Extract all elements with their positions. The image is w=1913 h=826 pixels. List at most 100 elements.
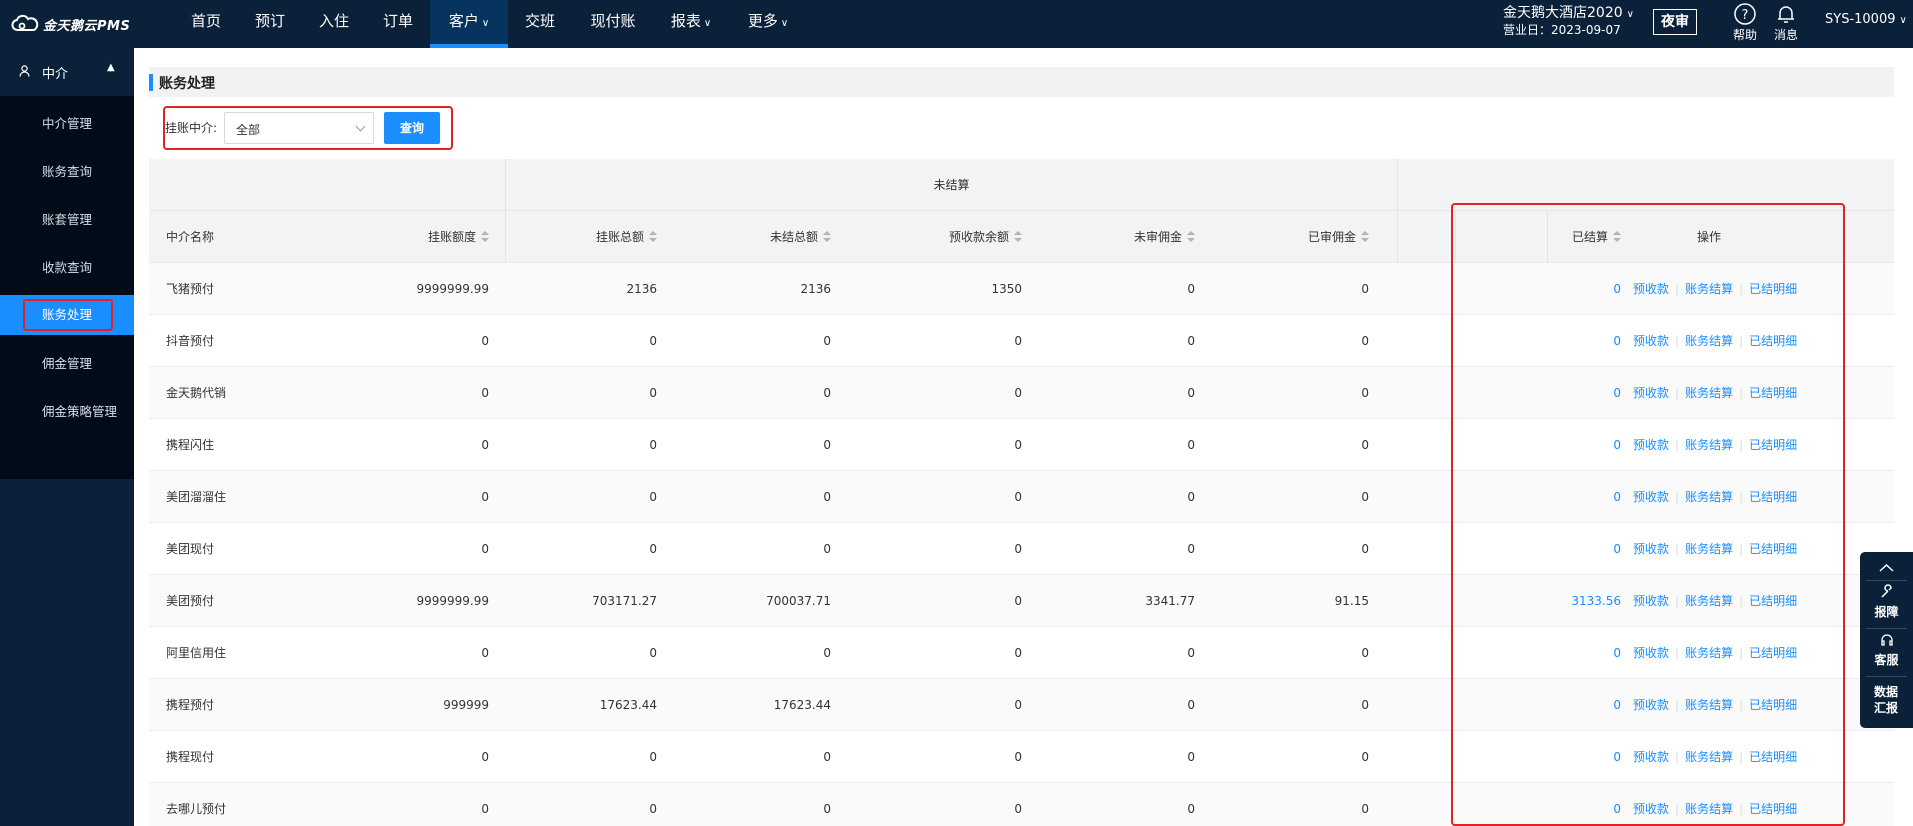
action-settled-detail-link[interactable]: 已结明细 xyxy=(1749,490,1797,504)
action-prepayment-link[interactable]: 预收款 xyxy=(1633,438,1669,452)
night-audit-button[interactable]: 夜审 xyxy=(1653,9,1697,35)
user-menu[interactable]: SYS-10009 ∨ xyxy=(1825,12,1907,27)
action-prepayment-link[interactable]: 预收款 xyxy=(1633,698,1669,712)
action-settled-detail-link[interactable]: 已结明细 xyxy=(1749,802,1797,816)
report-issue-button[interactable]: 报障 xyxy=(1860,584,1913,620)
action-settled-detail-link[interactable]: 已结明细 xyxy=(1749,334,1797,348)
cell-prepaid: 0 xyxy=(1014,698,1022,712)
chevron-down-icon: ∨ xyxy=(1899,15,1907,26)
col-header-reviewed[interactable]: 已审佣金 xyxy=(1231,211,1369,263)
cell-settled[interactable]: 0 xyxy=(1529,731,1621,783)
action-settle-link[interactable]: 账务结算 xyxy=(1685,438,1733,452)
action-settled-detail-link[interactable]: 已结明细 xyxy=(1749,386,1797,400)
sidebar-group-agency[interactable]: 中介 ▲ xyxy=(0,48,134,96)
cell-settled[interactable]: 0 xyxy=(1529,471,1621,523)
cell-settled[interactable]: 0 xyxy=(1529,523,1621,575)
cell-settled[interactable]: 0 xyxy=(1529,367,1621,419)
action-settle-link[interactable]: 账务结算 xyxy=(1685,646,1733,660)
sidebar-item-commission[interactable]: 佣金管理 xyxy=(0,344,134,384)
nav-shift[interactable]: 交班 xyxy=(513,0,567,48)
col-header-settled[interactable]: 已结算 xyxy=(1529,211,1621,263)
col-header-unsettled[interactable]: 未结总额 xyxy=(693,211,831,263)
nav-more[interactable]: 更多 ∨ xyxy=(740,0,796,48)
action-separator: | xyxy=(1675,594,1680,608)
cell-settled[interactable]: 0 xyxy=(1529,419,1621,471)
action-settle-link[interactable]: 账务结算 xyxy=(1685,334,1733,348)
hotel-name: 金天鹅大酒店2020 xyxy=(1503,5,1623,21)
sidebar-item-account-query[interactable]: 账务查询 xyxy=(0,152,134,192)
sidebar-item-account-processing[interactable]: 账务处理 xyxy=(0,295,134,335)
action-settle-link[interactable]: 账务结算 xyxy=(1685,594,1733,608)
action-prepayment-link[interactable]: 预收款 xyxy=(1633,282,1669,296)
col-header-unreviewed[interactable]: 未审佣金 xyxy=(1057,211,1195,263)
action-settle-link[interactable]: 账务结算 xyxy=(1685,802,1733,816)
help-button[interactable]: ? 帮助 xyxy=(1727,2,1763,43)
nav-home[interactable]: 首页 xyxy=(179,0,233,48)
cell-limit: 0 xyxy=(481,490,489,504)
cell-unsettled: 0 xyxy=(823,386,831,400)
action-settle-link[interactable]: 账务结算 xyxy=(1685,698,1733,712)
action-settled-detail-link[interactable]: 已结明细 xyxy=(1749,542,1797,556)
cell-unreviewed: 0 xyxy=(1187,646,1195,660)
action-settled-detail-link[interactable]: 已结明细 xyxy=(1749,594,1797,608)
agency-select[interactable]: 全部 xyxy=(224,112,374,144)
action-settled-detail-link[interactable]: 已结明细 xyxy=(1749,698,1797,712)
row-actions: 预收款 | 账务结算 | 已结明细 xyxy=(1633,523,1797,575)
action-settled-detail-link[interactable]: 已结明细 xyxy=(1749,750,1797,764)
customer-service-button[interactable]: 客服 xyxy=(1860,632,1913,668)
action-settled-detail-link[interactable]: 已结明细 xyxy=(1749,646,1797,660)
nav-reports[interactable]: 报表 ∨ xyxy=(663,0,719,48)
cell-name: 去哪儿预付 xyxy=(166,802,227,816)
action-prepayment-link[interactable]: 预收款 xyxy=(1633,750,1669,764)
cell-unreviewed: 0 xyxy=(1187,438,1195,452)
action-prepayment-link[interactable]: 预收款 xyxy=(1633,646,1669,660)
action-settle-link[interactable]: 账务结算 xyxy=(1685,282,1733,296)
data-summary-button[interactable]: 数据汇报 xyxy=(1872,684,1900,716)
action-prepayment-link[interactable]: 预收款 xyxy=(1633,802,1669,816)
action-prepayment-link[interactable]: 预收款 xyxy=(1633,490,1669,504)
action-settled-detail-link[interactable]: 已结明细 xyxy=(1749,282,1797,296)
cell-total: 0 xyxy=(649,490,657,504)
action-prepayment-link[interactable]: 预收款 xyxy=(1633,542,1669,556)
action-prepayment-link[interactable]: 预收款 xyxy=(1633,594,1669,608)
action-settled-detail-link[interactable]: 已结明细 xyxy=(1749,438,1797,452)
action-settle-link[interactable]: 账务结算 xyxy=(1685,750,1733,764)
nav-customers[interactable]: 客户 ∨ xyxy=(430,0,508,48)
query-button[interactable]: 查询 xyxy=(384,112,440,144)
sidebar-item-payment-query[interactable]: 收款查询 xyxy=(0,248,134,288)
cell-settled[interactable]: 0 xyxy=(1529,315,1621,367)
cell-settled[interactable]: 3133.56 xyxy=(1529,575,1621,627)
action-separator: | xyxy=(1739,490,1744,504)
cell-settled[interactable]: 0 xyxy=(1529,263,1621,315)
nav-cash-account[interactable]: 现付账 xyxy=(583,0,643,48)
action-settle-link[interactable]: 账务结算 xyxy=(1685,386,1733,400)
cell-unsettled: 700037.71 xyxy=(766,594,831,608)
cell-unsettled: 0 xyxy=(823,438,831,452)
sidebar-item-account-set[interactable]: 账套管理 xyxy=(0,200,134,240)
hotel-selector[interactable]: 金天鹅大酒店2020 ∨ xyxy=(1503,4,1634,24)
cell-settled[interactable]: 0 xyxy=(1529,627,1621,679)
cell-settled[interactable]: 0 xyxy=(1529,783,1621,826)
col-header-total[interactable]: 挂账总额 xyxy=(519,211,657,263)
col-header-prepaid[interactable]: 预收款余额 xyxy=(884,211,1022,263)
cell-unsettled: 0 xyxy=(823,490,831,504)
app-logo[interactable]: 金天鹅云PMS xyxy=(10,12,130,36)
cell-settled[interactable]: 0 xyxy=(1529,679,1621,731)
sidebar-item-commission-policy[interactable]: 佣金策略管理 xyxy=(0,392,134,432)
action-settle-link[interactable]: 账务结算 xyxy=(1685,542,1733,556)
chevron-up-icon[interactable] xyxy=(1860,556,1913,578)
cell-prepaid: 0 xyxy=(1014,802,1022,816)
nav-checkin[interactable]: 入住 xyxy=(307,0,361,48)
action-prepayment-link[interactable]: 预收款 xyxy=(1633,386,1669,400)
action-settle-link[interactable]: 账务结算 xyxy=(1685,490,1733,504)
sidebar-item-agency-management[interactable]: 中介管理 xyxy=(0,104,134,144)
cell-unreviewed: 0 xyxy=(1187,750,1195,764)
messages-button[interactable]: 消息 xyxy=(1768,2,1804,43)
nav-label: 入住 xyxy=(318,12,349,30)
col-header-limit[interactable]: 挂账额度 xyxy=(349,211,489,263)
table-row: 阿里信用住 0 0 0 0 0 0 0 预收款 | 账务结算 | 已结明细 xyxy=(149,627,1894,679)
nav-reservation[interactable]: 预订 xyxy=(243,0,297,48)
action-prepayment-link[interactable]: 预收款 xyxy=(1633,334,1669,348)
nav-orders[interactable]: 订单 xyxy=(371,0,425,48)
table-row: 飞猪预付 9999999.99 2136 2136 1350 0 0 0 预收款 | 账务结算 | 已结… xyxy=(149,263,1894,315)
